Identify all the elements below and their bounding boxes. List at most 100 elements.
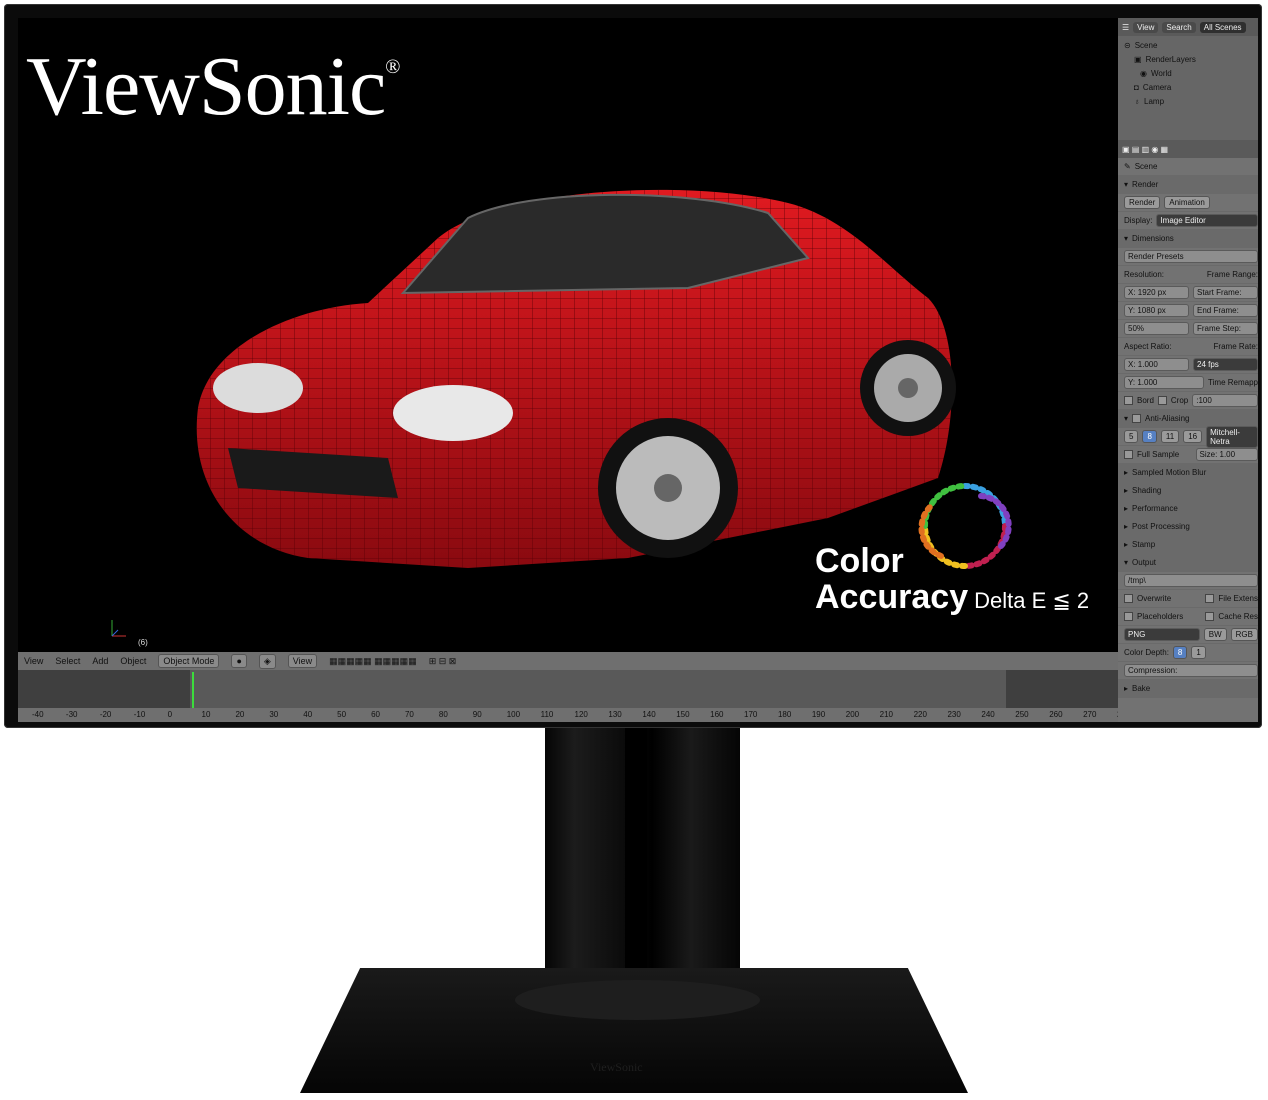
- compression-field[interactable]: Compression:: [1124, 664, 1258, 677]
- outliner-search[interactable]: Search: [1162, 21, 1196, 33]
- aa-samples-row: 5 8 11 16 Mitchell-Netra: [1118, 425, 1258, 448]
- ruler-tick: 190: [811, 710, 826, 719]
- color-depth-row: Color Depth: 8 1: [1118, 644, 1258, 662]
- resolution-labels: Resolution: Frame Range:: [1118, 266, 1258, 284]
- file-ext-checkbox[interactable]: [1205, 594, 1215, 603]
- color-depth-8-button[interactable]: 8: [1172, 646, 1188, 659]
- bw-button[interactable]: BW: [1203, 628, 1227, 641]
- render-button[interactable]: Render: [1124, 196, 1161, 209]
- menu-object[interactable]: Object: [120, 656, 146, 666]
- ruler-tick: -20: [99, 710, 112, 719]
- res-percent-field[interactable]: 50%: [1124, 322, 1189, 335]
- output-path-field[interactable]: /tmp\: [1124, 574, 1258, 587]
- aa-filter-select[interactable]: Mitchell-Netra: [1206, 425, 1258, 448]
- aspect-y-row: Y: 1.000 Time Remapp: [1118, 374, 1258, 392]
- properties-tabs-icon[interactable]: ▣ ▤ ▥ ◉ ▦: [1122, 145, 1168, 154]
- size-field[interactable]: Size: 1.00: [1195, 448, 1258, 461]
- outliner-scope[interactable]: All Scenes: [1199, 21, 1246, 33]
- res-y-field[interactable]: Y: 1080 px: [1124, 304, 1189, 317]
- color-depth-16-button[interactable]: 1: [1191, 646, 1206, 659]
- aa-11-button[interactable]: 11: [1160, 430, 1180, 443]
- dimensions-section[interactable]: ▾ Dimensions: [1118, 230, 1258, 248]
- menu-select[interactable]: Select: [55, 656, 80, 666]
- lamp-icon: ♁: [1134, 96, 1140, 106]
- view-select[interactable]: View: [287, 654, 318, 668]
- properties-panel: ☰ View Search All Scenes ⊝ Scene ▣ RenderL…: [1118, 18, 1258, 722]
- outliner-view[interactable]: View: [1133, 21, 1159, 33]
- snap-icons[interactable]: ⊞ ⊟ ⊠: [429, 656, 457, 667]
- ruler-tick: -10: [133, 710, 146, 719]
- remap-field[interactable]: :100: [1192, 394, 1258, 407]
- aa-checkbox[interactable]: [1132, 414, 1142, 423]
- stand-base-foot: [515, 980, 760, 1020]
- compression-row: Compression:: [1118, 662, 1258, 680]
- ruler-tick: 60: [371, 710, 380, 719]
- res-x-row: X: 1920 px Start Frame:: [1118, 284, 1258, 302]
- outliner-menu-icon[interactable]: ☰: [1122, 23, 1129, 32]
- animation-button[interactable]: Animation: [1164, 196, 1210, 209]
- display-select[interactable]: Image Editor: [1156, 214, 1258, 227]
- outliner-row[interactable]: ◉ World: [1118, 66, 1258, 80]
- aa-16-button[interactable]: 16: [1183, 430, 1203, 443]
- menu-view[interactable]: View: [24, 656, 43, 666]
- aspect-labels: Aspect Ratio: Frame Rate:: [1118, 338, 1258, 356]
- layer-buttons[interactable]: ▦▦▦▦▦ ▦▦▦▦▦: [329, 656, 417, 667]
- pivot-select[interactable]: ◈: [258, 653, 276, 669]
- timeline-header: View Select Add Object Object Mode ● ◈ V…: [18, 652, 1118, 670]
- shading-section[interactable]: ▸ Shading: [1118, 482, 1258, 500]
- presets-row: Render Presets: [1118, 248, 1258, 266]
- ruler-tick: 70: [404, 710, 414, 719]
- timeline-cursor[interactable]: [192, 672, 194, 708]
- menu-add[interactable]: Add: [92, 656, 108, 666]
- aspect-y-field[interactable]: Y: 1.000: [1124, 376, 1205, 389]
- output-section[interactable]: ▾ Output: [1118, 554, 1258, 572]
- outliner-row[interactable]: ♁ Lamp: [1118, 94, 1258, 108]
- base-brand-logo: ViewSonic: [590, 1060, 643, 1074]
- ruler-tick: 170: [744, 710, 758, 719]
- cache-res-checkbox[interactable]: [1205, 612, 1215, 621]
- render-section[interactable]: ▾ Render: [1118, 176, 1258, 194]
- pin-icon[interactable]: ✎: [1124, 162, 1131, 171]
- ruler-tick: 130: [608, 710, 622, 719]
- post-processing-section[interactable]: ▸ Post Processing: [1118, 518, 1258, 536]
- start-frame-field[interactable]: Start Frame:: [1193, 286, 1258, 299]
- ruler-tick: 110: [540, 710, 554, 719]
- outliner-header: ☰ View Search All Scenes: [1118, 18, 1258, 36]
- render-presets-select[interactable]: Render Presets: [1124, 250, 1258, 263]
- 3d-viewport[interactable]: ViewSonic® Color Accuracy Delta E ≦ 2 (6…: [18, 18, 1118, 652]
- full-sample-checkbox[interactable]: [1124, 450, 1133, 459]
- camera-icon: ◘: [1134, 82, 1139, 92]
- viewport-shading-select[interactable]: ●: [231, 654, 247, 668]
- stamp-section[interactable]: ▸ Stamp: [1118, 536, 1258, 554]
- ruler-tick: 100: [506, 710, 521, 719]
- aa-8-button[interactable]: 8: [1142, 430, 1157, 443]
- crop-checkbox[interactable]: [1157, 396, 1167, 405]
- monitor-screen: ViewSonic® Color Accuracy Delta E ≦ 2 (6…: [18, 18, 1258, 722]
- format-select[interactable]: PNG: [1124, 628, 1200, 641]
- performance-section[interactable]: ▸ Performance: [1118, 500, 1258, 518]
- ruler-tick: 220: [913, 710, 927, 719]
- aa-5-button[interactable]: 5: [1124, 430, 1139, 443]
- color-accuracy-badge: Color Accuracy Delta E ≦ 2: [815, 542, 1090, 616]
- outliner-row[interactable]: ◘ Camera: [1118, 80, 1258, 94]
- frame-step-field[interactable]: Frame Step:: [1193, 322, 1258, 335]
- motion-blur-section[interactable]: ▸ Sampled Motion Blur: [1118, 464, 1258, 482]
- overwrite-checkbox[interactable]: [1124, 594, 1133, 603]
- bake-section[interactable]: ▸ Bake: [1118, 680, 1258, 698]
- rgb-button[interactable]: RGB: [1230, 628, 1258, 641]
- outliner-row[interactable]: ⊝ Scene: [1118, 38, 1258, 52]
- ruler-tick: 160: [710, 710, 724, 719]
- aspect-x-field[interactable]: X: 1.000: [1124, 358, 1189, 371]
- bord-checkbox[interactable]: [1124, 396, 1133, 405]
- object-mode-select[interactable]: Object Mode: [158, 654, 220, 668]
- scene-icon: ⊝: [1124, 40, 1131, 50]
- placeholders-row: Placeholders Cache Res: [1118, 608, 1258, 626]
- ruler-tick: 250: [1015, 710, 1029, 719]
- fps-select[interactable]: 24 fps: [1193, 358, 1258, 371]
- outliner-row[interactable]: ▣ RenderLayers: [1118, 52, 1258, 66]
- res-x-field[interactable]: X: 1920 px: [1124, 286, 1189, 299]
- timeline-area[interactable]: [18, 670, 1118, 708]
- end-frame-field[interactable]: End Frame:: [1193, 304, 1258, 317]
- ruler-tick: 80: [438, 710, 448, 719]
- placeholders-checkbox[interactable]: [1124, 612, 1133, 621]
